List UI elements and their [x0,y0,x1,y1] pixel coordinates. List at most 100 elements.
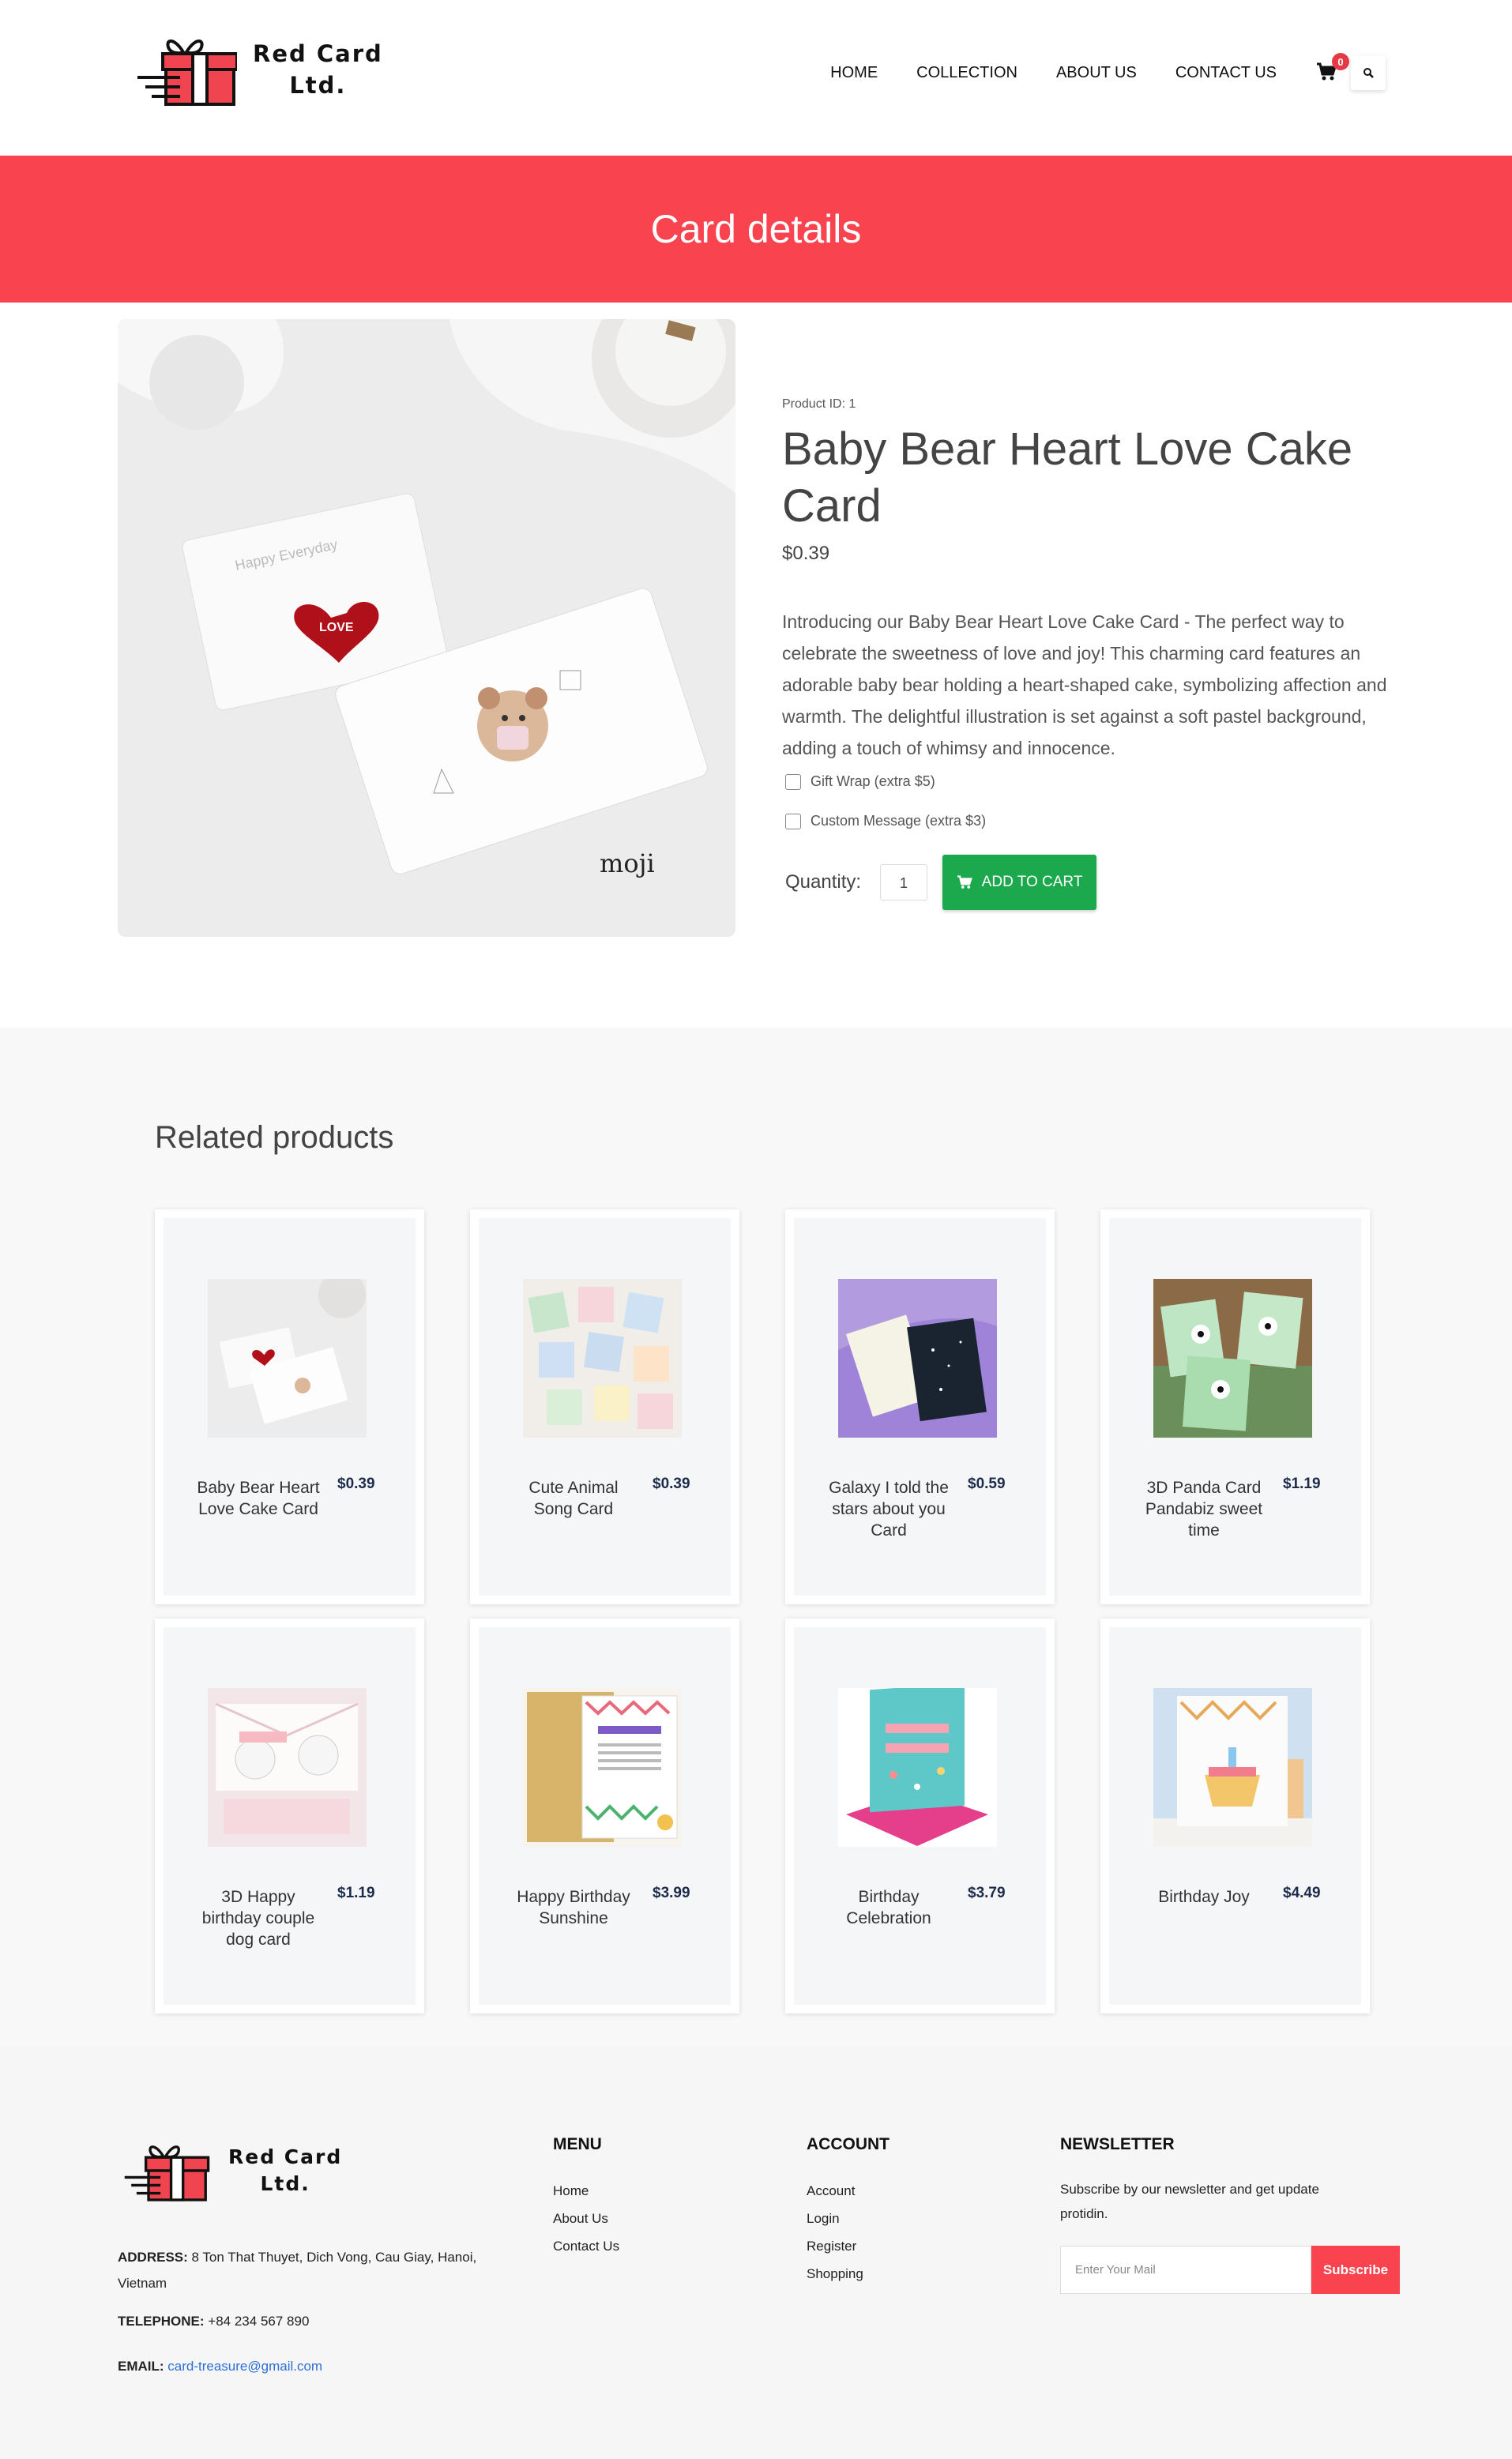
brand-logo[interactable]: Red Card Ltd. [134,30,383,109]
nav-collection[interactable]: COLLECTION [916,64,1017,82]
product-price: $4.49 [1283,1885,1321,1901]
product-thumbnail[interactable] [208,1279,367,1438]
search-button[interactable] [1351,55,1386,90]
footer-address: ADDRESS: 8 Ton That Thuyet, Dich Vong, C… [118,2244,513,2296]
product-price: $0.39 [653,1476,690,1492]
product-info: Product ID: 1 Baby Bear Heart Love Cake … [782,397,1406,910]
gift-box-icon [137,39,237,106]
product-title: Baby Bear Heart Love Cake Card [782,423,1353,532]
newsletter-form: Enter Your Mail Subscribe [1060,2246,1400,2294]
product-card[interactable]: Birthday Joy $4.49 [1100,1619,1370,2013]
page-title: Card details [650,207,862,251]
footer-account-title: ACCOUNT [807,2135,890,2153]
footer-email: EMAIL: card-treasure@gmail.com [118,2359,322,2374]
product-name[interactable]: Galaxy I told the stars about you Card [826,1477,952,1541]
related-title: Related products [155,1120,394,1155]
product-thumbnail[interactable] [1153,1688,1312,1847]
footer-link-login[interactable]: Login [807,2211,890,2227]
related-grid: Baby Bear Heart Love Cake Card $0.39 Cut… [155,1209,1370,2013]
subscribe-button[interactable]: Subscribe [1311,2246,1400,2294]
site-footer: Red Card Ltd. ADDRESS: 8 Ton That Thuyet… [0,2047,1512,2459]
quantity-row: Quantity: 1 ADD TO CART [782,855,1406,910]
search-icon [1363,68,1374,78]
product-price: $3.99 [653,1885,690,1901]
quantity-input[interactable]: 1 [880,864,928,901]
related-products-section: Related products Baby Bear Heart Love Ca… [0,1028,1512,2047]
footer-brand-logo[interactable]: Red Card Ltd. [118,2138,342,2204]
product-thumbnail[interactable] [1153,1279,1312,1438]
product-card[interactable]: 3D Happy birthday couple dog card $1.19 [155,1619,424,2013]
moji-brand-text: moji [600,848,655,878]
custom-message-option[interactable]: Custom Message (extra $3) [782,813,1406,829]
product-name[interactable]: Birthday Celebration [826,1886,952,1929]
product-section: LOVE Happy Everyday moji Product ID: 1 B… [0,303,1512,1160]
gift-box-icon [124,2145,210,2201]
custom-message-label: Custom Message (extra $3) [811,813,987,829]
product-name[interactable]: 3D Happy birthday couple dog card [195,1886,322,1950]
main-nav: HOME COLLECTION ABOUT US CONTACT US 0 [830,53,1386,90]
product-name[interactable]: Birthday Joy [1141,1886,1267,1908]
gift-wrap-checkbox[interactable] [785,773,801,790]
product-photo: LOVE Happy Everyday moji [118,319,735,937]
product-card[interactable]: Happy Birthday Sunshine $3.99 [470,1619,739,2013]
product-card[interactable]: 3D Panda Card Pandabiz sweet time $1.19 [1100,1209,1370,1604]
product-main-image[interactable]: LOVE Happy Everyday moji [118,319,735,937]
product-card[interactable]: Galaxy I told the stars about you Card $… [785,1209,1055,1604]
telephone-value: +84 234 567 890 [208,2314,310,2329]
product-description: Introducing our Baby Bear Heart Love Cak… [782,611,1387,758]
footer-link-home[interactable]: Home [553,2183,619,2199]
address-label: ADDRESS: [118,2250,188,2265]
cart-button[interactable]: 0 [1316,53,1349,83]
footer-menu-title: MENU [553,2135,602,2153]
newsletter-email-input[interactable]: Enter Your Mail [1060,2246,1311,2294]
footer-link-account[interactable]: Account [807,2183,890,2199]
brand-name: Red Card Ltd. [253,38,383,101]
product-card[interactable]: Baby Bear Heart Love Cake Card $0.39 [155,1209,424,1604]
cart-icon [957,875,972,889]
nav-about-us[interactable]: ABOUT US [1056,64,1137,82]
footer-link-shopping[interactable]: Shopping [807,2266,890,2282]
site-header: Red Card Ltd. HOME COLLECTION ABOUT US C… [0,0,1512,156]
product-price: $0.39 [782,543,830,564]
product-card[interactable]: Birthday Celebration $3.79 [785,1619,1055,2013]
product-id: Product ID: 1 [782,397,856,411]
product-thumbnail[interactable] [838,1279,997,1438]
product-price: $1.19 [1283,1476,1321,1492]
product-price: $3.79 [968,1885,1006,1901]
product-name[interactable]: Cute Animal Song Card [510,1477,637,1520]
product-price: $0.59 [968,1476,1006,1492]
add-to-cart-label: ADD TO CART [981,874,1083,890]
product-price: $0.39 [337,1476,375,1492]
footer-link-about-us[interactable]: About Us [553,2211,619,2227]
product-thumbnail[interactable] [523,1279,682,1438]
brand-name-line1: Red Card [228,2145,343,2168]
love-text: LOVE [319,621,354,634]
custom-message-checkbox[interactable] [785,813,801,829]
product-name[interactable]: Baby Bear Heart Love Cake Card [195,1477,322,1520]
brand-name-line2: Ltd. [289,72,347,99]
product-name[interactable]: 3D Panda Card Pandabiz sweet time [1141,1477,1267,1541]
footer-telephone: TELEPHONE: +84 234 567 890 [118,2314,309,2329]
add-to-cart-button[interactable]: ADD TO CART [942,855,1097,910]
gift-wrap-label: Gift Wrap (extra $5) [811,773,935,789]
quantity-label: Quantity: [785,871,862,893]
page-banner: Card details [0,156,1512,303]
product-thumbnail[interactable] [523,1688,682,1847]
gift-wrap-option[interactable]: Gift Wrap (extra $5) [782,773,1406,790]
product-card[interactable]: Cute Animal Song Card $0.39 [470,1209,739,1604]
footer-account: ACCOUNT Account Login Register Shopping [807,2135,890,2294]
telephone-label: TELEPHONE: [118,2314,205,2329]
nav-contact-us[interactable]: CONTACT US [1175,64,1277,82]
footer-link-contact-us[interactable]: Contact Us [553,2239,619,2254]
brand-name-line1: Red Card [253,40,383,67]
product-thumbnail[interactable] [208,1688,367,1847]
email-link[interactable]: card-treasure@gmail.com [167,2359,322,2374]
cart-count-badge: 0 [1332,53,1349,70]
product-name[interactable]: Happy Birthday Sunshine [510,1886,637,1929]
newsletter-text: Subscribe by our newsletter and get upda… [1060,2182,1319,2221]
nav-home[interactable]: HOME [830,64,878,82]
footer-link-register[interactable]: Register [807,2239,890,2254]
newsletter-title: NEWSLETTER [1060,2135,1175,2153]
footer-menu: MENU Home About Us Contact Us [553,2135,619,2266]
product-thumbnail[interactable] [838,1688,997,1847]
